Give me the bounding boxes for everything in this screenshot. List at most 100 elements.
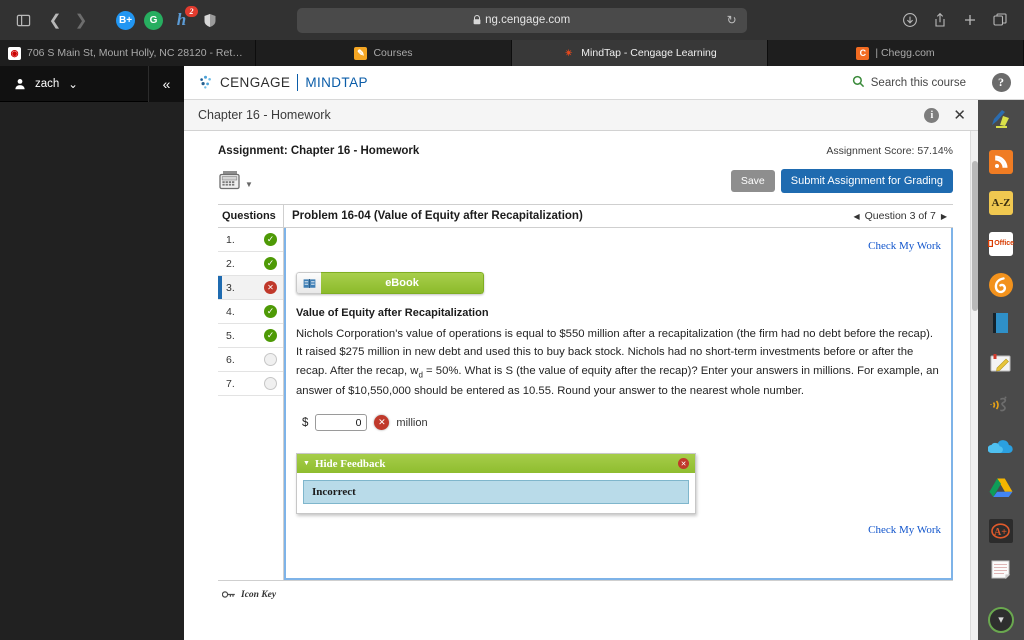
cengage-logo[interactable]: CENGAGE MINDTAP	[198, 74, 368, 91]
assignment-area: Assignment: Chapter 16 - Homework Assign…	[184, 131, 978, 640]
question-item-5[interactable]: 5. ✓	[218, 324, 283, 348]
collapse-caret-icon: ▼	[303, 460, 310, 468]
notebook-pencil-icon	[989, 353, 1013, 380]
info-icon[interactable]: i	[924, 107, 940, 123]
blue-book-icon	[990, 311, 1012, 340]
highlighter-tool[interactable]	[978, 100, 1024, 141]
next-question-icon[interactable]: ▶	[941, 212, 947, 221]
dictionary-az-icon: A-Z	[989, 190, 1013, 215]
ebook-button[interactable]: eBook	[296, 272, 484, 294]
calculator-icon[interactable]: ▼	[218, 170, 253, 192]
feedback-panel: ▼ Hide Feedback ✕ Incorrect	[296, 453, 696, 515]
check-my-work-bottom-link[interactable]: Check My Work	[868, 524, 941, 536]
forward-icon[interactable]: ❯	[68, 7, 94, 33]
honey-badge: 2	[185, 5, 198, 17]
back-icon[interactable]: ❮	[42, 7, 68, 33]
help-icon[interactable]: ?	[991, 73, 1011, 92]
share-icon[interactable]	[932, 12, 948, 28]
questions-list: Questions 1. ✓ 2. ✓ 3. ✕ 4. ✓ 5. ✓ 6. 7.	[218, 205, 284, 580]
question-item-3[interactable]: 3. ✕	[218, 276, 283, 300]
answer-unit-label: million	[396, 416, 428, 429]
brand-mindtap: MINDTAP	[305, 75, 368, 90]
grammarly-extension-icon[interactable]: G	[144, 10, 163, 30]
sidebar-toggle-icon[interactable]	[10, 7, 36, 33]
left-sidebar-top: zach ⌄ «	[0, 65, 184, 102]
breadcrumb: Chapter 16 - Homework i ✕	[184, 100, 978, 131]
user-menu[interactable]: zach ⌄	[14, 77, 78, 91]
honey-extension-icon[interactable]: h 2	[172, 5, 198, 30]
user-name: zach	[35, 77, 60, 90]
new-tab-icon[interactable]	[962, 12, 978, 28]
previous-question-icon[interactable]: ◀	[853, 212, 859, 221]
tab-overview-icon[interactable]	[992, 12, 1008, 28]
highlighter-icon	[989, 106, 1013, 135]
cengage-burst-icon	[198, 75, 213, 90]
collapse-rail-button[interactable]: ▾	[978, 599, 1024, 640]
question-item-1[interactable]: 1. ✓	[218, 228, 283, 252]
collapse-sidebar-icon[interactable]: «	[148, 65, 184, 102]
feedback-body: Incorrect	[297, 473, 695, 514]
question-item-7[interactable]: 7.	[218, 372, 283, 396]
problem-header: Problem 16-04 (Value of Equity after Rec…	[284, 205, 953, 228]
assignment-inner: Assignment: Chapter 16 - Homework Assign…	[218, 137, 953, 604]
question-item-2[interactable]: 2. ✓	[218, 252, 283, 276]
rss-tool[interactable]	[978, 141, 1024, 182]
address-bar[interactable]: ng.cengage.com ↻	[296, 7, 747, 33]
notebook-tool[interactable]	[978, 346, 1024, 387]
status-incorrect-icon: ✕	[264, 281, 277, 294]
dictionary-tool[interactable]: A-Z	[978, 182, 1024, 223]
icon-key-bar[interactable]: Icon Key	[218, 580, 953, 604]
blue-book-tool[interactable]	[978, 305, 1024, 346]
question-navigation: ◀ Question 3 of 7 ▶	[853, 210, 947, 222]
vertical-scrollbar[interactable]	[970, 131, 978, 640]
submit-assignment-button[interactable]: Submit Assignment for Grading	[780, 169, 953, 193]
check-my-work-top-link[interactable]: Check My Work	[868, 240, 941, 252]
feedback-close-icon[interactable]: ✕	[678, 458, 689, 470]
notepad-tool[interactable]	[978, 551, 1024, 592]
search-icon	[852, 75, 865, 91]
status-unanswered-icon	[264, 353, 277, 366]
question-item-6[interactable]: 6.	[218, 348, 283, 372]
question-number: 7.	[226, 377, 235, 390]
close-icon[interactable]: ✕	[953, 106, 966, 124]
office-tool[interactable]: ▮ Office	[978, 223, 1024, 264]
read-aloud-tool[interactable]	[978, 387, 1024, 428]
url-text-wrap: ng.cengage.com	[473, 14, 570, 26]
search-this-course[interactable]: Search this course	[852, 75, 966, 91]
url-value: ng.cengage.com	[485, 14, 571, 26]
answer-row: $ ✕ million	[296, 414, 941, 432]
browser-tab-courses[interactable]: ✎ Courses	[256, 40, 512, 66]
orange-tool[interactable]	[978, 264, 1024, 305]
lock-icon	[473, 15, 481, 25]
chevron-down-icon: ▼	[245, 180, 253, 189]
status-correct-icon: ✓	[264, 329, 277, 342]
status-correct-icon: ✓	[264, 305, 277, 318]
target-favicon: ◉	[8, 46, 21, 60]
grade-tool[interactable]: A+	[978, 510, 1024, 551]
onedrive-cloud-icon	[987, 438, 1014, 460]
shield-extension-icon[interactable]	[200, 11, 219, 30]
question-item-4[interactable]: 4. ✓	[218, 300, 283, 324]
bplus-extension-icon[interactable]: B+	[116, 10, 135, 30]
answer-input[interactable]	[315, 414, 368, 432]
assignment-action-buttons: Save Submit Assignment for Grading	[730, 169, 953, 193]
currency-symbol: $	[302, 416, 309, 429]
feedback-header[interactable]: ▼ Hide Feedback ✕	[297, 454, 695, 474]
google-drive-tool[interactable]	[978, 469, 1024, 510]
main-content: CENGAGE MINDTAP Search this course Chapt…	[184, 66, 978, 640]
browser-tab-target[interactable]: ◉ 706 S Main St, Mount Holly, NC 28120 -…	[0, 40, 256, 66]
google-drive-icon	[989, 477, 1013, 503]
onedrive-tool[interactable]	[978, 428, 1024, 469]
question-panel: Problem 16-04 (Value of Equity after Rec…	[284, 205, 953, 580]
incorrect-icon: ✕	[374, 415, 390, 431]
notepad-icon	[989, 559, 1013, 584]
reload-icon[interactable]: ↻	[727, 13, 737, 27]
orange-circle-icon	[989, 272, 1013, 297]
browser-tab-mindtap[interactable]: ✴ MindTap - Cengage Learning	[512, 40, 768, 66]
downloads-icon[interactable]	[902, 12, 918, 28]
save-button[interactable]: Save	[730, 170, 775, 192]
scrollbar-thumb[interactable]	[972, 161, 978, 311]
browser-tab-chegg[interactable]: C | Chegg.com	[768, 40, 1024, 66]
browser-toolbar: ❮ ❯ B+ G h 2 ng.cengage.com ↻	[0, 0, 1024, 40]
page-title: Chapter 16 - Homework	[198, 108, 331, 122]
